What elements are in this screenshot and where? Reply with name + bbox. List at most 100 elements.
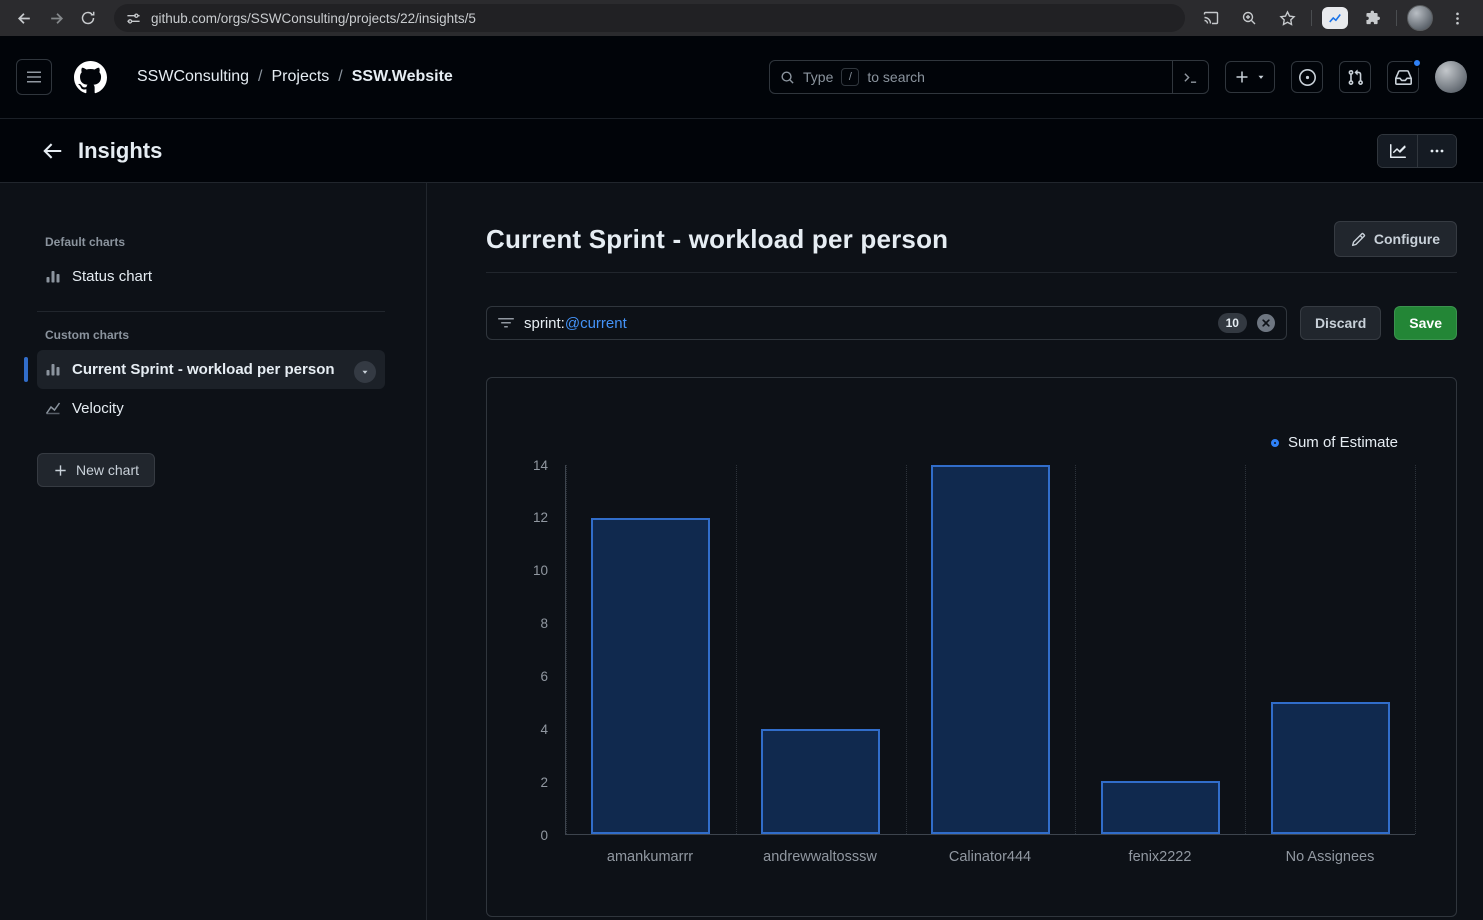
- chart-title: Current Sprint - workload per person: [486, 224, 948, 255]
- sidebar-item-velocity[interactable]: Velocity: [37, 389, 385, 428]
- title-divider: [486, 272, 1457, 273]
- breadcrumb-org[interactable]: SSWConsulting: [137, 68, 249, 86]
- url-text: github.com/orgs/SSWConsulting/projects/2…: [151, 11, 476, 26]
- filter-result-count-badge: 10: [1218, 313, 1247, 333]
- x-tick-label: amankumarrr: [565, 849, 735, 865]
- site-settings-icon[interactable]: [126, 11, 141, 26]
- chart-header: Current Sprint - workload per person Con…: [486, 221, 1457, 257]
- kebab-horizontal-icon: [1429, 143, 1445, 159]
- issues-button[interactable]: [1291, 61, 1323, 93]
- global-search-input[interactable]: Type / to search: [769, 60, 1209, 94]
- legend-label: Sum of Estimate: [1288, 434, 1398, 451]
- command-palette-icon[interactable]: [1172, 61, 1208, 93]
- user-avatar[interactable]: [1435, 61, 1467, 93]
- search-icon: [780, 70, 795, 85]
- browser-back-button[interactable]: [10, 4, 38, 32]
- browser-menu-icon[interactable]: [1443, 4, 1471, 32]
- plus-icon: [53, 463, 68, 478]
- y-tick-label: 6: [540, 670, 548, 684]
- gridline: [736, 465, 737, 834]
- main-panel: Current Sprint - workload per person Con…: [427, 183, 1483, 920]
- gridline: [906, 465, 907, 834]
- y-tick-label: 14: [533, 458, 548, 472]
- breadcrumb-projects[interactable]: Projects: [272, 68, 330, 86]
- insights-view-controls: [1377, 134, 1457, 168]
- browser-forward-button[interactable]: [42, 4, 70, 32]
- bar-andrewwaltosssw[interactable]: [761, 729, 880, 834]
- hamburger-icon: [26, 69, 42, 85]
- bar-No Assignees[interactable]: [1271, 702, 1390, 834]
- graph-icon: [1390, 143, 1406, 159]
- zoom-icon[interactable]: [1235, 4, 1263, 32]
- y-tick-label: 10: [533, 564, 548, 578]
- breadcrumb-separator: /: [258, 68, 262, 86]
- gridline: [1245, 465, 1246, 834]
- filter-row: sprint:@current 10 Discard Save: [486, 306, 1457, 340]
- github-header-actions: [1225, 61, 1467, 93]
- create-new-button[interactable]: [1225, 61, 1275, 93]
- breadcrumb: SSWConsulting / Projects / SSW.Website: [137, 68, 453, 86]
- discard-label: Discard: [1315, 315, 1366, 331]
- sidebar-divider: [37, 311, 385, 312]
- line-chart-icon: [45, 400, 61, 416]
- x-circle-fill-icon: [1257, 314, 1275, 332]
- save-label: Save: [1409, 315, 1442, 331]
- new-chart-label: New chart: [76, 462, 139, 478]
- breadcrumb-project-name[interactable]: SSW.Website: [352, 68, 453, 86]
- cast-icon[interactable]: [1197, 4, 1225, 32]
- chart-view-button[interactable]: [1378, 135, 1417, 167]
- page-title: Insights: [78, 138, 162, 164]
- bar-chart-icon: [45, 268, 61, 284]
- insights-header: Insights: [0, 119, 1483, 183]
- x-tick-label: Calinator444: [905, 849, 1075, 865]
- y-tick-label: 4: [540, 723, 548, 737]
- sidebar: Default charts Status chart Custom chart…: [0, 183, 427, 920]
- chevron-down-icon: [360, 367, 370, 377]
- gridline: [1075, 465, 1076, 834]
- bookmark-star-icon[interactable]: [1273, 4, 1301, 32]
- filter-key: sprint:: [524, 315, 565, 332]
- browser-profile-avatar[interactable]: [1407, 5, 1433, 31]
- inbox-button[interactable]: [1387, 61, 1419, 93]
- y-axis: 02468101214: [487, 465, 557, 835]
- configure-label: Configure: [1374, 231, 1440, 247]
- more-options-button[interactable]: [1417, 135, 1456, 167]
- clear-filter-button[interactable]: [1257, 314, 1275, 332]
- sidebar-item-status-chart[interactable]: Status chart: [37, 257, 385, 296]
- search-placeholder-prefix: Type: [803, 69, 833, 85]
- pencil-icon: [1351, 232, 1366, 247]
- filter-value: @current: [565, 315, 627, 332]
- breadcrumb-separator: /: [338, 68, 342, 86]
- discard-button[interactable]: Discard: [1300, 306, 1381, 340]
- browser-chrome: github.com/orgs/SSWConsulting/projects/2…: [0, 0, 1483, 36]
- git-pull-request-icon: [1347, 69, 1364, 86]
- search-placeholder-suffix: to search: [867, 69, 925, 85]
- extensions-puzzle-icon[interactable]: [1358, 4, 1386, 32]
- new-chart-button[interactable]: New chart: [37, 453, 155, 487]
- configure-button[interactable]: Configure: [1334, 221, 1457, 257]
- address-bar[interactable]: github.com/orgs/SSWConsulting/projects/2…: [114, 4, 1185, 32]
- chart-legend: Sum of Estimate: [1271, 434, 1398, 451]
- chart-options-button[interactable]: [354, 361, 376, 383]
- sidebar-item-label: Current Sprint - workload per person: [72, 359, 335, 380]
- plot-area: [565, 465, 1415, 835]
- gridline: [566, 465, 567, 834]
- y-tick-label: 2: [540, 775, 548, 789]
- chart-extension-icon[interactable]: [1322, 7, 1348, 29]
- hamburger-menu-button[interactable]: [16, 59, 52, 95]
- x-tick-label: andrewwaltosssw: [735, 849, 905, 865]
- github-logo-icon[interactable]: [74, 61, 107, 94]
- legend-marker-icon: [1271, 439, 1279, 447]
- bar-amankumarrr[interactable]: [591, 518, 710, 834]
- section-label-custom-charts: Custom charts: [37, 328, 385, 342]
- sidebar-item-current-sprint-chart[interactable]: Current Sprint - workload per person: [37, 350, 385, 389]
- y-tick-label: 12: [533, 511, 548, 525]
- active-indicator: [24, 357, 28, 382]
- back-arrow-icon[interactable]: [42, 140, 64, 162]
- browser-reload-button[interactable]: [74, 4, 102, 32]
- bar-fenix2222[interactable]: [1101, 781, 1220, 834]
- pull-requests-button[interactable]: [1339, 61, 1371, 93]
- save-button[interactable]: Save: [1394, 306, 1457, 340]
- filter-input[interactable]: sprint:@current 10: [486, 306, 1287, 340]
- bar-Calinator444[interactable]: [931, 465, 1050, 834]
